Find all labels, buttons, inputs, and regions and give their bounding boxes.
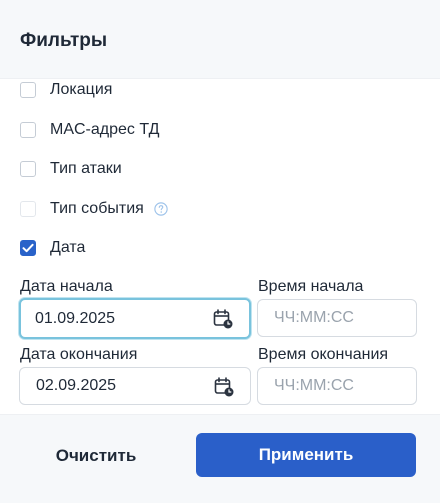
start-date-input[interactable]: 01.09.2025 xyxy=(19,298,251,339)
date-checkbox[interactable] xyxy=(20,240,36,256)
start-time-input[interactable]: ЧЧ:ММ:СС xyxy=(257,299,417,337)
end-time-label: Время окончания xyxy=(258,346,389,363)
page-title: Фильтры xyxy=(20,30,108,51)
filter-label-attack-type: Тип атаки xyxy=(50,160,122,177)
start-date-value: 01.09.2025 xyxy=(35,309,116,327)
end-time-input[interactable]: ЧЧ:ММ:СС xyxy=(257,367,417,405)
filter-label-location: Локация xyxy=(50,81,113,98)
start-date-label: Дата начала xyxy=(20,278,113,295)
question-circle-icon[interactable] xyxy=(154,202,168,216)
filter-label-mac-address: MAC-адрес ТД xyxy=(50,121,160,138)
filter-date[interactable]: Дата xyxy=(20,237,85,259)
start-time-placeholder: ЧЧ:ММ:СС xyxy=(274,309,354,326)
calendar-clock-icon[interactable] xyxy=(214,377,234,397)
filters-header: Фильтры xyxy=(0,0,440,79)
filter-event-type[interactable]: Тип события xyxy=(20,198,168,220)
event-type-checkbox[interactable] xyxy=(20,201,36,217)
end-date-value: 02.09.2025 xyxy=(36,377,117,394)
filter-label-date: Дата xyxy=(50,239,86,256)
end-time-placeholder: ЧЧ:ММ:СС xyxy=(274,377,354,394)
filter-location[interactable]: Локация xyxy=(20,79,112,101)
location-checkbox[interactable] xyxy=(20,82,36,98)
clear-button[interactable]: Очистить xyxy=(24,434,168,478)
filter-label-event-type: Тип события xyxy=(50,200,144,217)
check-icon xyxy=(22,243,34,253)
calendar-clock-icon[interactable] xyxy=(213,309,233,329)
start-time-label: Время начала xyxy=(258,278,364,295)
apply-button[interactable]: Применить xyxy=(196,433,416,477)
attack-type-checkbox[interactable] xyxy=(20,161,36,177)
mac-address-checkbox[interactable] xyxy=(20,122,36,138)
filter-attack-type[interactable]: Тип атаки xyxy=(20,158,122,180)
end-date-label: Дата окончания xyxy=(20,346,138,363)
filter-mac-address[interactable]: MAC-адрес ТД xyxy=(20,119,159,141)
end-date-input[interactable]: 02.09.2025 xyxy=(19,367,251,405)
